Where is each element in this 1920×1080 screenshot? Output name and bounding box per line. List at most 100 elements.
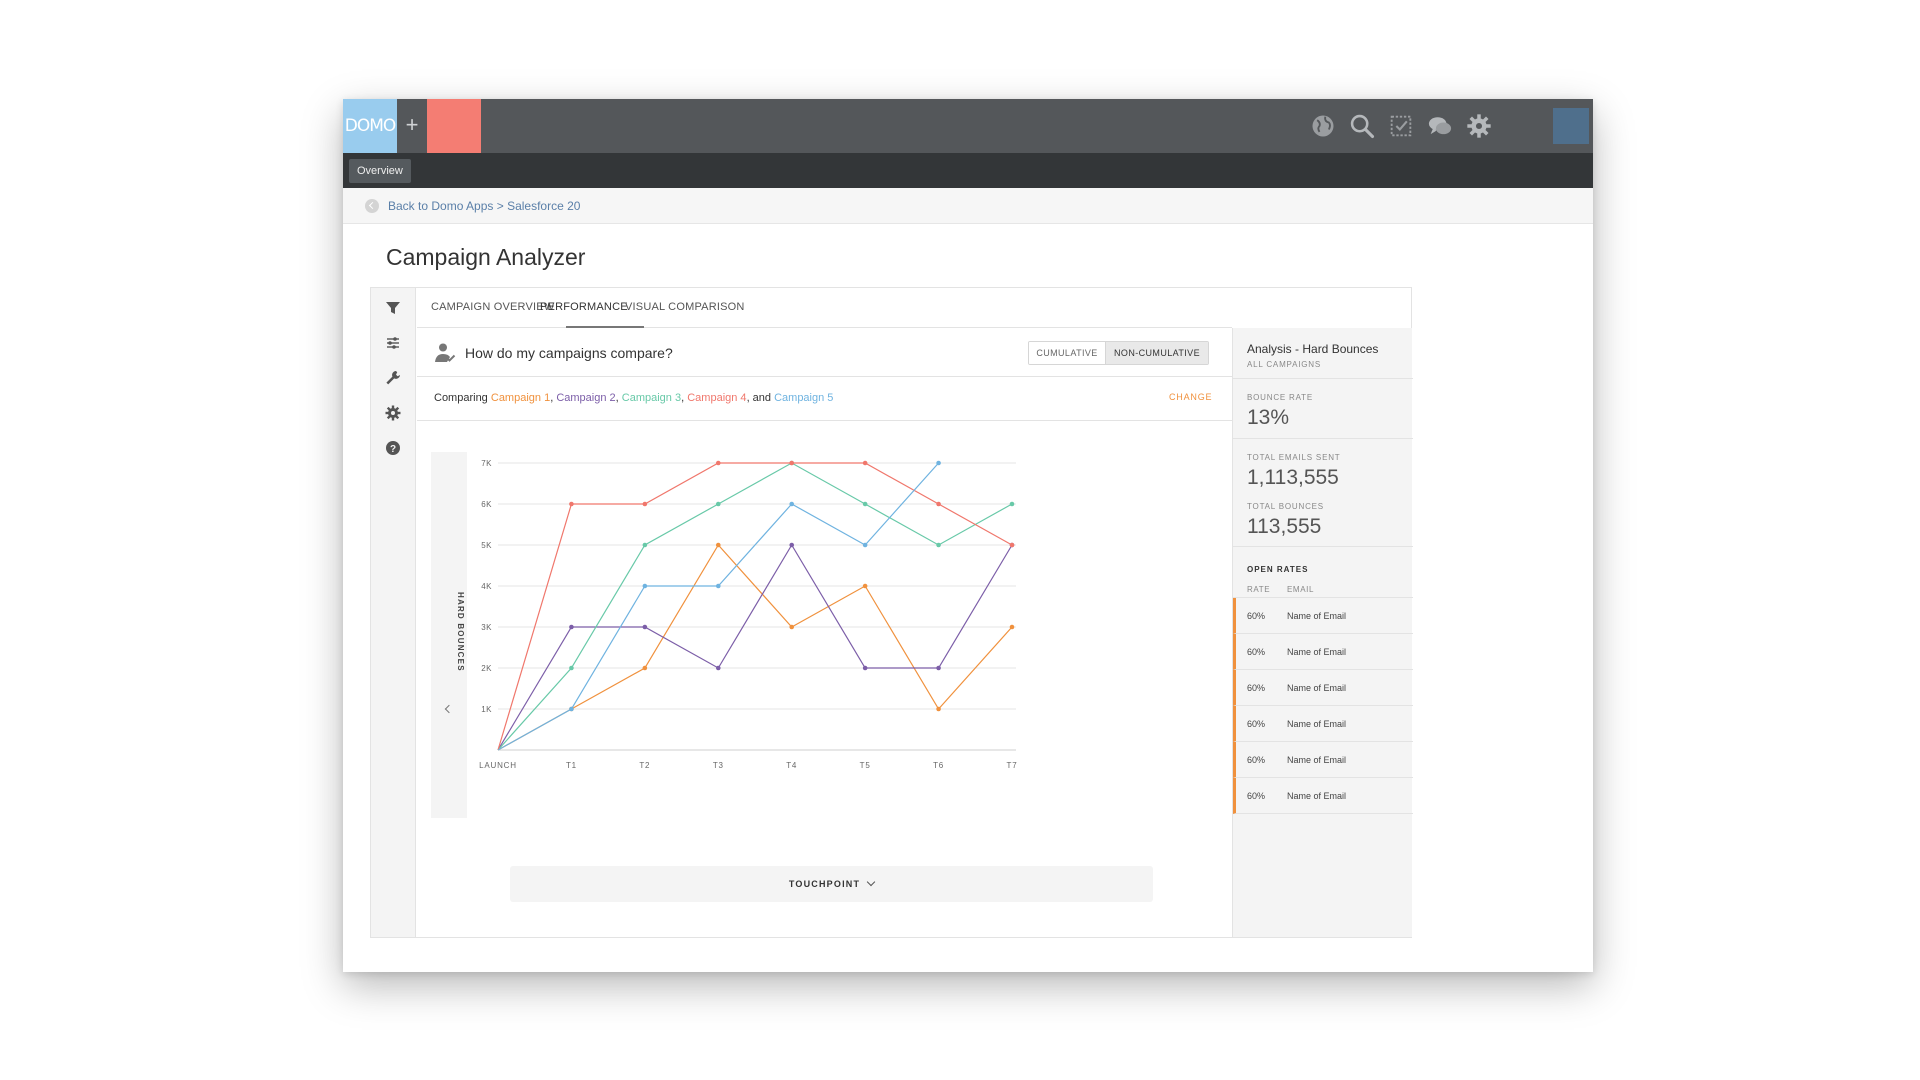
data-point [1009,542,1015,548]
change-button[interactable]: CHANGE [1169,392,1212,402]
sliders-icon[interactable] [383,333,403,353]
data-point [642,501,648,507]
data-point [715,583,721,589]
help-icon[interactable]: ? [383,438,403,458]
email-name: Name of Email [1287,647,1347,657]
nav-bar: Overview [343,153,1593,188]
question-row: How do my campaigns compare? CUMULATIVE … [417,329,1232,377]
data-point [569,501,574,507]
filter-icon[interactable] [383,298,403,318]
open-rate-value: 60% [1247,611,1266,621]
top-bar: DOMO + [343,99,1593,153]
chevron-down-icon [866,877,876,887]
y-tick-label: 2K [481,664,492,673]
app-panel: ? CAMPAIGN OVERVIEW PERFORMANCE VISUAL C… [370,287,1413,938]
bounce-rate-section: BOUNCE RATE 13% [1233,379,1413,439]
table-row[interactable]: 60% Name of Email [1233,778,1413,814]
data-point [789,501,795,507]
x-tick-label: T7 [1007,761,1018,770]
data-point [862,460,868,466]
data-point [789,624,795,630]
active-tab-indicator [566,326,644,328]
open-rates-header: OPEN RATES RATE EMAIL [1233,547,1413,598]
data-point [862,583,868,589]
line-chart: 1K 2K 3K 4K 5K 6K 7K LAUNCH T1 T2 T3 T4 T5 T6 T7 [479,459,1018,770]
data-point [569,665,574,671]
question-text: How do my campaigns compare? [465,345,673,361]
campaign-5-link[interactable]: Campaign 5 [774,392,833,404]
data-point [862,501,868,507]
series-line [497,543,1013,751]
total-bounces-value: 113,555 [1247,515,1322,538]
x-tick-label: T1 [566,761,577,770]
search-icon[interactable] [1348,112,1376,140]
campaign-3-link[interactable]: Campaign 3 [622,392,681,404]
touchpoint-button[interactable]: TOUCHPOINT [510,866,1153,902]
tab-overview[interactable]: Overview [349,159,411,183]
bounce-rate-label: BOUNCE RATE [1247,393,1313,402]
tab-bar: CAMPAIGN OVERVIEW PERFORMANCE VISUAL COM… [417,288,1232,328]
campaign-1-link[interactable]: Campaign 1 [491,392,550,404]
campaign-4-link[interactable]: Campaign 4 [687,392,746,404]
analysis-panel: Analysis - Hard Bounces ALL CAMPAIGNS BO… [1232,328,1413,937]
data-point [789,460,795,466]
wrench-icon[interactable] [383,368,403,388]
tab-performance[interactable]: PERFORMANCE [540,301,628,313]
email-name: Name of Email [1287,755,1347,765]
x-tick-label: T6 [933,761,944,770]
user-avatar[interactable] [1553,108,1589,144]
data-point [1009,501,1015,507]
app-window: DOMO + Overview Back to Domo Apps > Sale… [343,99,1593,972]
total-sent-label: TOTAL EMAILS SENT [1247,453,1341,462]
x-tick-label: T2 [639,761,650,770]
toggle-cumulative[interactable]: CUMULATIVE [1029,342,1105,364]
x-tick-label: T4 [786,761,797,770]
data-point [936,665,941,671]
compare-text: Comparing Campaign 1, Campaign 2, Campai… [434,392,833,404]
open-rate-value: 60% [1247,647,1266,657]
page-title: Campaign Analyzer [386,244,586,270]
data-point [569,624,574,630]
analysis-subtitle: ALL CAMPAIGNS [1247,360,1321,369]
back-icon[interactable] [365,199,379,213]
tab-campaign-overview[interactable]: CAMPAIGN OVERVIEW [431,301,554,313]
totals-section: TOTAL EMAILS SENT 1,113,555 TOTAL BOUNCE… [1233,439,1413,547]
email-name: Name of Email [1287,791,1347,801]
data-point [642,542,648,548]
data-point [715,501,721,507]
open-rate-value: 60% [1247,719,1266,729]
y-tick-label: 4K [481,582,492,591]
gear-icon[interactable] [1465,112,1493,140]
data-point [642,583,648,589]
x-tick-label: LAUNCH [479,761,517,770]
gear-icon[interactable] [383,403,403,423]
touchpoint-label: TOUCHPOINT [788,879,861,889]
table-row[interactable]: 60% Name of Email [1233,634,1413,670]
tab-visual-comparison[interactable]: VISUAL COMPARISON [625,301,745,313]
chat-icon[interactable] [1426,112,1454,140]
globe-icon[interactable] [1309,112,1337,140]
data-point [569,706,574,712]
table-row[interactable]: 60% Name of Email [1233,706,1413,742]
y-tick-label: 6K [481,500,492,509]
data-point [642,624,648,630]
table-row[interactable]: 60% Name of Email [1233,598,1413,634]
breadcrumb-link[interactable]: Back to Domo Apps > Salesforce 20 [388,199,580,213]
campaign-2-link[interactable]: Campaign 2 [556,392,615,404]
open-rate-value: 60% [1247,755,1266,765]
data-point [1009,624,1015,630]
data-point [789,542,795,548]
top-icons [343,112,1593,140]
toggle-non-cumulative[interactable]: NON-CUMULATIVE [1105,342,1208,364]
open-rates-title: OPEN RATES [1247,565,1309,574]
y-tick-label: 5K [481,541,492,550]
left-rail: ? [371,288,416,937]
email-name: Name of Email [1287,611,1347,621]
open-rate-value: 60% [1247,791,1266,801]
checkbox-icon[interactable] [1387,112,1415,140]
email-name: Name of Email [1287,719,1347,729]
cumulative-toggle: CUMULATIVE NON-CUMULATIVE [1028,341,1209,365]
table-row[interactable]: 60% Name of Email [1233,670,1413,706]
data-point [936,706,941,712]
table-row[interactable]: 60% Name of Email [1233,742,1413,778]
